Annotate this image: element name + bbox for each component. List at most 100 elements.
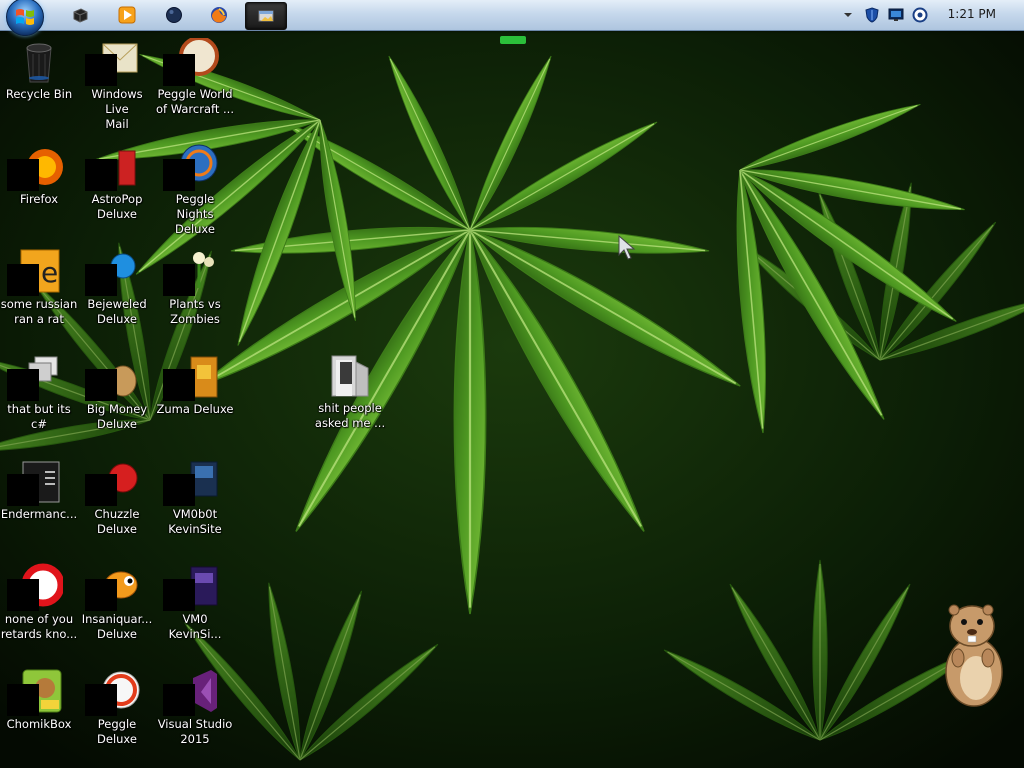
redaction-block (163, 474, 195, 506)
redaction-block (163, 159, 195, 191)
desktop-icon-firefox[interactable]: Firefox (0, 143, 78, 207)
chuzzle-icon (85, 458, 141, 506)
folder-icon (326, 352, 374, 400)
svg-text:e: e (41, 256, 58, 289)
active-window-icon (258, 10, 274, 22)
redaction-block (85, 264, 117, 296)
redaction-block (7, 684, 39, 716)
desktop-icon-vm0-kevinsi[interactable]: VM0 KevinSi... (156, 563, 234, 642)
insaniquarium-icon (85, 563, 141, 611)
desktop-icon-chuzzle[interactable]: Chuzzle Deluxe (78, 458, 156, 537)
desktop-screen: 1:21 PM Recycle Bin Firefox e some russi… (0, 0, 1024, 768)
taskbar-active-window[interactable] (245, 2, 287, 30)
desktop-icon-label: Peggle Nights Deluxe (175, 192, 215, 236)
start-button[interactable] (6, 0, 44, 36)
desktop-icon-label: Bejeweled Deluxe (87, 297, 147, 326)
desktop-icon-label: VM0 KevinSi... (168, 612, 222, 641)
peggle-deluxe-icon (85, 668, 141, 716)
redaction-block (85, 474, 117, 506)
redaction-block (85, 159, 117, 191)
console-icon (7, 458, 63, 506)
desktop-icon-insaniquarium[interactable]: Insaniquar... Deluxe (78, 563, 156, 642)
desktop-icon-none-of-you[interactable]: none of you retards kno... (0, 563, 78, 642)
clock[interactable]: 1:21 PM (948, 7, 996, 21)
redaction-block (85, 684, 117, 716)
desktop-icon-label: Firefox (19, 192, 59, 206)
desktop-icon-label: Visual Studio 2015 (157, 717, 233, 746)
recycle-bin-icon (15, 38, 63, 86)
black-cube-icon (73, 8, 88, 23)
taskbar-pinned-firefox[interactable] (199, 2, 239, 28)
astropop-icon (85, 143, 141, 191)
chomikbox-icon (7, 668, 63, 716)
desktop-icon-peggle-nights[interactable]: Peggle Nights Deluxe (156, 143, 234, 237)
desktop-icon-label: Endermanc... (0, 507, 78, 521)
redaction-block (163, 54, 195, 86)
windows-logo-icon (16, 9, 34, 25)
redaction-block (85, 579, 117, 611)
visual-studio-icon (163, 668, 219, 716)
desktop-icon-astropop[interactable]: AstroPop Deluxe (78, 143, 156, 222)
desktop-icon-recycle-bin[interactable]: Recycle Bin (0, 38, 78, 102)
desktop-icon-endermanc[interactable]: Endermanc... (0, 458, 78, 522)
desktop-icon-label: ChomikBox (6, 717, 72, 731)
desktop-icon-label: some russian ran a rat (0, 297, 78, 326)
desktop-icon-label: Recycle Bin (5, 87, 73, 101)
desktop-icon-that-but-its-csharp[interactable]: that but its c# (0, 353, 78, 432)
redaction-block (163, 684, 195, 716)
desktop-icon-label: Insaniquar... Deluxe (81, 612, 153, 641)
stacked-windows-icon (7, 353, 63, 401)
redaction-block (163, 369, 195, 401)
desktop-icon-label: Big Money Deluxe (86, 402, 148, 431)
desktop-pet-gopher[interactable] (936, 598, 1008, 710)
desktop-icon-label: Windows Live Mail (91, 87, 143, 131)
desktop-icon-label: Peggle World of Warcraft ... (156, 87, 234, 116)
security-shield-icon[interactable] (864, 7, 880, 23)
ball-icon (166, 7, 182, 23)
system-tray: 1:21 PM (834, 0, 1024, 30)
big-money-icon (85, 353, 141, 401)
redaction-block (7, 264, 39, 296)
taskbar-pinned-ball[interactable] (154, 2, 194, 28)
windows-live-mail-icon (85, 38, 141, 86)
redaction-block (163, 264, 195, 296)
redaction-block (85, 54, 117, 86)
desktop-icon-some-russian[interactable]: e some russian ran a rat (0, 248, 78, 327)
redaction-block (163, 579, 195, 611)
desktop-icon-big-money[interactable]: Big Money Deluxe (78, 353, 156, 432)
desktop-icon-plants-vs-zombies[interactable]: Plants vs Zombies (156, 248, 234, 327)
redaction-block (7, 474, 39, 506)
desktop-icon-vm0b0t-kevinsite[interactable]: VM0b0t KevinSite (156, 458, 234, 537)
desktop-icon-label: Chuzzle Deluxe (94, 507, 140, 536)
peggle-nights-icon (163, 143, 219, 191)
redaction-block (7, 159, 39, 191)
desktop-icon-bejeweled[interactable]: Bejeweled Deluxe (78, 248, 156, 327)
desktop-icon-shit-people-asked-me[interactable]: shit people asked me ... (311, 352, 389, 431)
network-icon[interactable] (912, 7, 928, 23)
desktop-icon-peggle-deluxe[interactable]: Peggle Deluxe (78, 668, 156, 747)
redaction-block (7, 369, 39, 401)
desktop-icon-chomikbox[interactable]: ChomikBox (0, 668, 78, 732)
redaction-block (85, 369, 117, 401)
plants-vs-zombies-icon (163, 248, 219, 296)
peggle-world-of-warcraft-icon (163, 36, 219, 86)
vm-purple-icon (163, 563, 219, 611)
taskbar: 1:21 PM (0, 0, 1024, 36)
desktop-icon-peggle-world-of-warcraft[interactable]: Peggle World of Warcraft ... (156, 36, 234, 117)
monitor-icon[interactable] (888, 7, 904, 23)
desktop-icon-windows-live-mail[interactable]: Windows Live Mail (78, 38, 156, 132)
taskbar-pinned-black-cube[interactable] (60, 2, 100, 28)
mouse-pointer-icon (618, 235, 636, 260)
firefox-icon (211, 7, 227, 23)
desktop-icon-label: that but its c# (7, 402, 71, 431)
firefox-icon (7, 143, 63, 191)
desktop-icon-zuma-deluxe[interactable]: Zuma Deluxe (156, 353, 234, 417)
desktop-icon-label: Peggle Deluxe (97, 717, 137, 746)
opera-icon (7, 563, 65, 611)
desktop-icon-label: Zuma Deluxe (156, 402, 234, 416)
desktop-icon-visual-studio-2015[interactable]: Visual Studio 2015 (156, 668, 234, 747)
desktop-icon-label: VM0b0t KevinSite (168, 507, 222, 536)
taskbar-pinned-media-player[interactable] (107, 2, 147, 28)
desktop-icon-label: none of you retards kno... (0, 612, 78, 641)
chevron-up-icon[interactable] (840, 7, 856, 23)
